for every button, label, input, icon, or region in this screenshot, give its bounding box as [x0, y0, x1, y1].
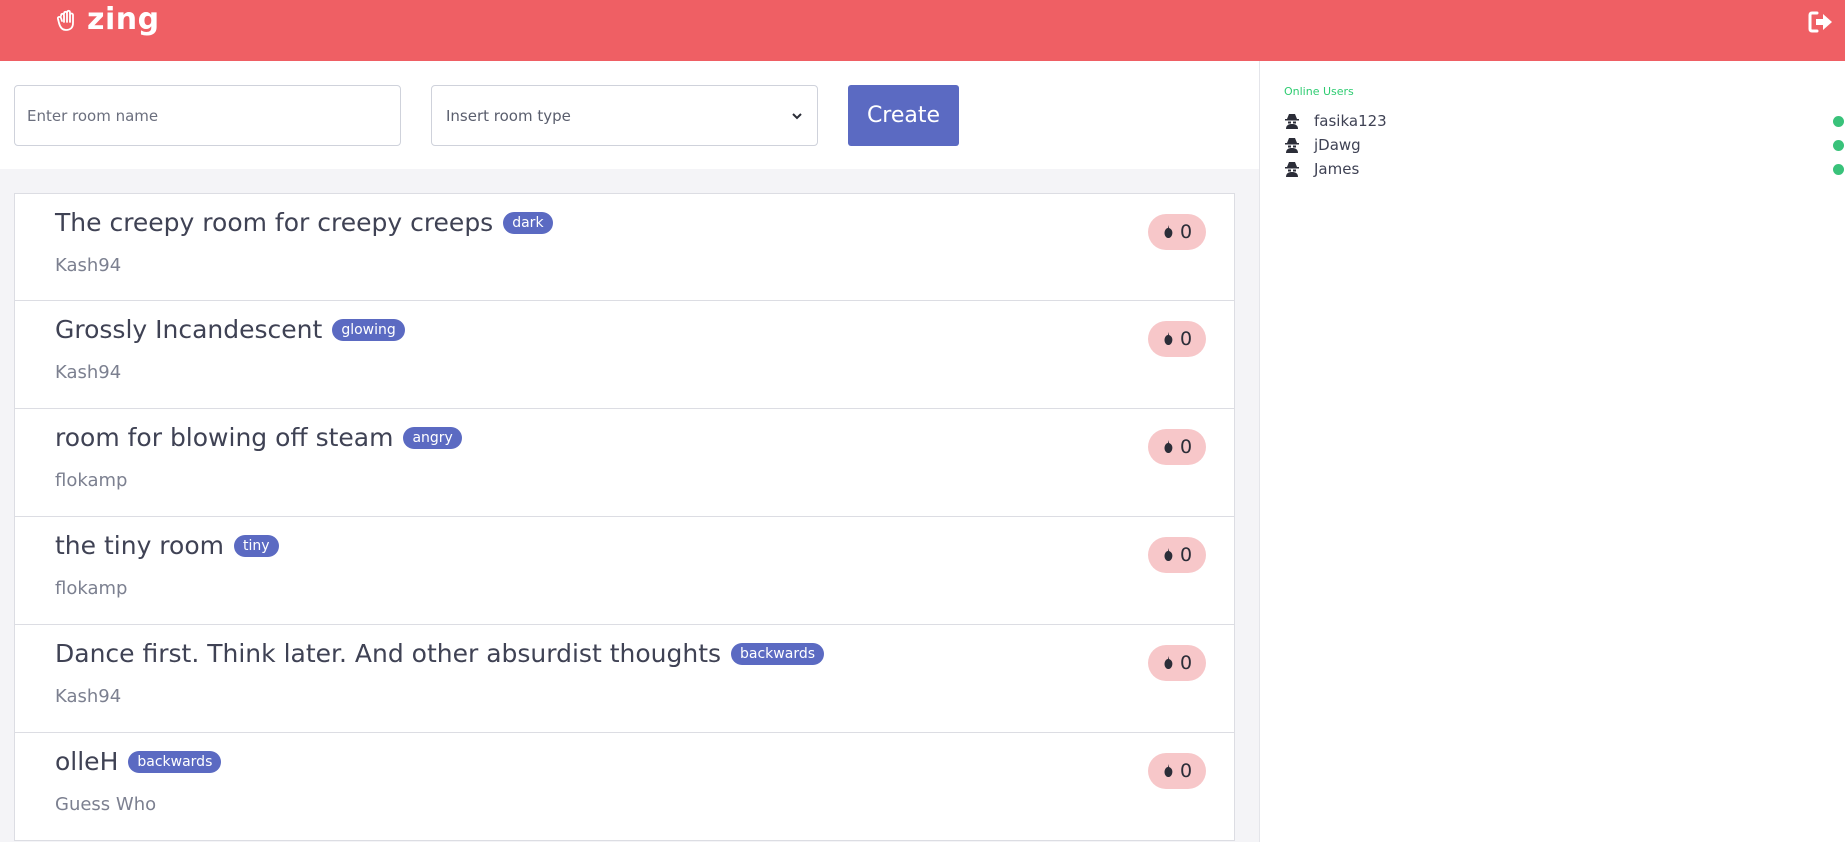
user-list-item[interactable]: fasika123 — [1284, 110, 1844, 132]
room-title-row: the tiny room tiny — [55, 531, 279, 560]
room-title-row: Dance first. Think later. And other absu… — [55, 639, 825, 668]
online-status-dot — [1833, 164, 1844, 175]
room-card[interactable]: Dance first. Think later. And other absu… — [14, 625, 1235, 733]
room-owner: flokamp — [55, 470, 128, 491]
user-list-item[interactable]: James — [1284, 158, 1844, 180]
room-title[interactable]: room for blowing off steam — [55, 423, 393, 452]
room-count-badge[interactable]: 0 — [1148, 645, 1206, 681]
pepper-icon — [1164, 440, 1173, 454]
room-title[interactable]: olleH — [55, 747, 118, 776]
room-count-badge[interactable]: 0 — [1148, 537, 1206, 573]
room-card[interactable]: the tiny room tiny flokamp 0 — [14, 517, 1235, 625]
room-count: 0 — [1179, 328, 1193, 350]
online-status-dot — [1833, 140, 1844, 151]
room-tag: dark — [503, 211, 553, 234]
room-card[interactable]: olleH backwards Guess Who 0 — [14, 733, 1235, 841]
room-owner: flokamp — [55, 578, 128, 599]
create-room-form: Insert room type Create — [0, 61, 1259, 169]
room-title-row: Grossly Incandescent glowing — [55, 315, 405, 344]
create-button[interactable]: Create — [848, 85, 959, 146]
room-title-row: The creepy room for creepy creeps dark — [55, 208, 553, 237]
user-name: fasika123 — [1314, 112, 1387, 130]
room-count-badge[interactable]: 0 — [1148, 753, 1206, 789]
room-count: 0 — [1179, 436, 1193, 458]
room-title[interactable]: The creepy room for creepy creeps — [55, 208, 493, 237]
room-tag: glowing — [332, 318, 405, 341]
room-tag: angry — [403, 426, 462, 449]
room-title[interactable]: the tiny room — [55, 531, 224, 560]
pepper-icon — [1164, 332, 1173, 346]
brand[interactable]: zing — [57, 2, 160, 37]
online-users-sidebar: Online Users fasika123 jDawg James — [1259, 61, 1845, 842]
pepper-icon — [1164, 656, 1173, 670]
spy-icon — [1285, 138, 1299, 153]
room-owner: Kash94 — [55, 255, 122, 276]
room-title-row: olleH backwards — [55, 747, 222, 776]
online-users-title: Online Users — [1284, 85, 1354, 98]
room-count: 0 — [1179, 221, 1193, 243]
user-name: James — [1314, 160, 1360, 178]
spy-icon — [1285, 162, 1299, 177]
user-list-item[interactable]: jDawg — [1284, 134, 1844, 156]
top-bar: zing — [0, 0, 1845, 61]
room-type-select[interactable]: Insert room type — [431, 85, 818, 146]
room-count-badge[interactable]: 0 — [1148, 321, 1206, 357]
room-list: The creepy room for creepy creeps dark K… — [14, 193, 1235, 841]
user-name: jDawg — [1314, 136, 1361, 154]
room-owner: Kash94 — [55, 686, 122, 707]
brand-name: zing — [87, 2, 160, 37]
room-count-badge[interactable]: 0 — [1148, 429, 1206, 465]
room-card[interactable]: room for blowing off steam angry flokamp… — [14, 409, 1235, 517]
chevron-down-icon — [792, 112, 802, 119]
main-content: Insert room type Create The creepy room … — [0, 61, 1259, 842]
room-tag: backwards — [731, 642, 825, 665]
hand-icon — [57, 9, 74, 31]
spy-icon — [1285, 114, 1299, 129]
pepper-icon — [1164, 548, 1173, 562]
room-title[interactable]: Grossly Incandescent — [55, 315, 322, 344]
room-owner: Guess Who — [55, 794, 157, 815]
room-name-input[interactable] — [14, 85, 401, 146]
online-status-dot — [1833, 116, 1844, 127]
room-count: 0 — [1179, 544, 1193, 566]
room-title-row: room for blowing off steam angry — [55, 423, 462, 452]
room-title[interactable]: Dance first. Think later. And other absu… — [55, 639, 721, 668]
room-card[interactable]: Grossly Incandescent glowing Kash94 0 — [14, 301, 1235, 409]
pepper-icon — [1164, 225, 1173, 239]
room-owner: Kash94 — [55, 362, 122, 383]
room-count: 0 — [1179, 652, 1193, 674]
room-type-value: Insert room type — [446, 106, 571, 125]
room-tag: tiny — [233, 534, 279, 557]
room-tag: backwards — [128, 750, 222, 773]
room-card[interactable]: The creepy room for creepy creeps dark K… — [14, 193, 1235, 301]
room-count: 0 — [1179, 760, 1193, 782]
pepper-icon — [1164, 764, 1173, 778]
sign-out-icon[interactable] — [1807, 9, 1833, 35]
room-count-badge[interactable]: 0 — [1148, 214, 1206, 250]
